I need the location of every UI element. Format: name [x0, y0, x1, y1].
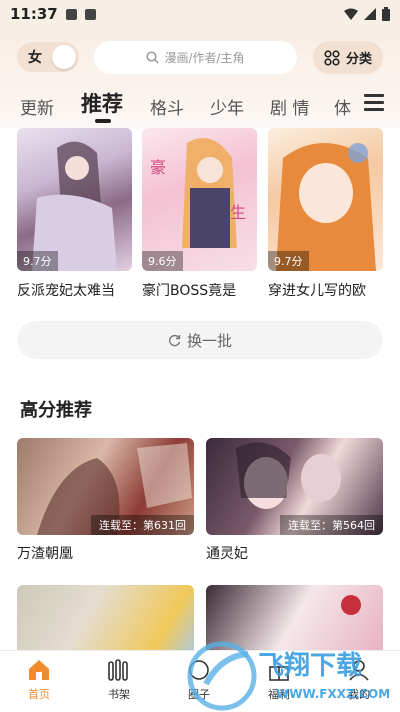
- wifi-icon: [344, 8, 358, 20]
- rating-tag: 9.7分: [17, 251, 58, 271]
- gender-toggle[interactable]: 女: [17, 42, 79, 72]
- comic-title: 万渣朝凰: [17, 546, 73, 562]
- category-button[interactable]: 分类: [313, 41, 383, 74]
- comic-title: 穿进女儿写的欧: [268, 283, 366, 299]
- comic-cover: 豪 生 9.6分: [142, 128, 257, 271]
- nav-home[interactable]: 首页: [9, 659, 69, 702]
- gender-label: 女: [28, 50, 42, 66]
- comic-title: 反派宠妃太难当: [17, 283, 115, 299]
- notification-icon: [84, 8, 96, 20]
- search-placeholder: 漫画/作者/主角: [164, 51, 245, 65]
- battery-icon: [382, 7, 390, 21]
- comic-card[interactable]: 9.7分 穿进女儿写的欧: [268, 128, 383, 300]
- refresh-icon: [169, 334, 181, 346]
- tab-recommend[interactable]: 推荐: [81, 88, 123, 118]
- menu-icon[interactable]: [364, 94, 384, 111]
- watermark-logo: 飞翔下载 WWW.FXXZ.COM: [186, 636, 396, 712]
- comic-card[interactable]: 连载至：第631回 万渣朝凰: [17, 438, 194, 563]
- comic-cover: 9.7分: [268, 128, 383, 271]
- search-bar[interactable]: 漫画/作者/主角: [94, 41, 297, 74]
- home-icon: [29, 660, 49, 680]
- nav-label: 书架: [108, 688, 130, 701]
- toggle-knob: [52, 45, 76, 69]
- search-icon: [146, 51, 159, 64]
- section-title: 高分推荐: [20, 400, 92, 421]
- tab-youth[interactable]: 少年: [210, 94, 244, 119]
- comic-card[interactable]: [17, 585, 194, 655]
- svg-text:豪: 豪: [150, 158, 166, 177]
- refresh-label: 换一批: [186, 331, 232, 350]
- category-tabs: 更新 推荐 格斗 少年 剧 情 体: [0, 86, 400, 122]
- rating-tag: 9.6分: [142, 251, 183, 271]
- signal-icon: [364, 8, 376, 20]
- serial-tag: 连载至：第631回: [91, 515, 194, 535]
- comic-card[interactable]: 连载至：第564回 通灵妃: [206, 438, 383, 563]
- serial-tag: 连载至：第564回: [280, 515, 383, 535]
- comic-cover: 连载至：第631回: [17, 438, 194, 535]
- comic-card[interactable]: 豪 生 9.6分 豪门BOSS竟是: [142, 128, 257, 300]
- gallery-icon: [65, 8, 77, 20]
- status-time: 11:37: [10, 5, 58, 23]
- rating-tag: 9.7分: [268, 251, 309, 271]
- tab-drama[interactable]: 剧 情: [270, 94, 309, 119]
- category-label: 分类: [345, 52, 372, 67]
- refresh-button[interactable]: 换一批: [17, 321, 383, 359]
- comic-title: 通灵妃: [206, 546, 248, 562]
- nav-label: 首页: [28, 688, 50, 701]
- comic-cover: [17, 585, 194, 655]
- tab-indicator: [95, 119, 111, 123]
- tab-updates[interactable]: 更新: [20, 94, 54, 119]
- tab-fighting[interactable]: 格斗: [150, 94, 184, 119]
- category-icon: [324, 49, 340, 66]
- comic-title: 豪门BOSS竟是: [142, 283, 237, 299]
- comic-cover: 9.7分: [17, 128, 132, 271]
- bookshelf-icon: [108, 659, 128, 681]
- svg-text:生: 生: [230, 203, 246, 222]
- comic-card[interactable]: 9.7分 反派宠妃太难当: [17, 128, 132, 300]
- watermark-url: WWW.FXXZ.COM: [276, 687, 390, 701]
- nav-bookshelf[interactable]: 书架: [89, 659, 149, 702]
- tab-sports[interactable]: 体: [334, 94, 351, 119]
- status-bar: 11:37: [0, 0, 400, 28]
- comic-cover: 连载至：第564回: [206, 438, 383, 535]
- watermark-text: 飞翔下载: [258, 651, 362, 681]
